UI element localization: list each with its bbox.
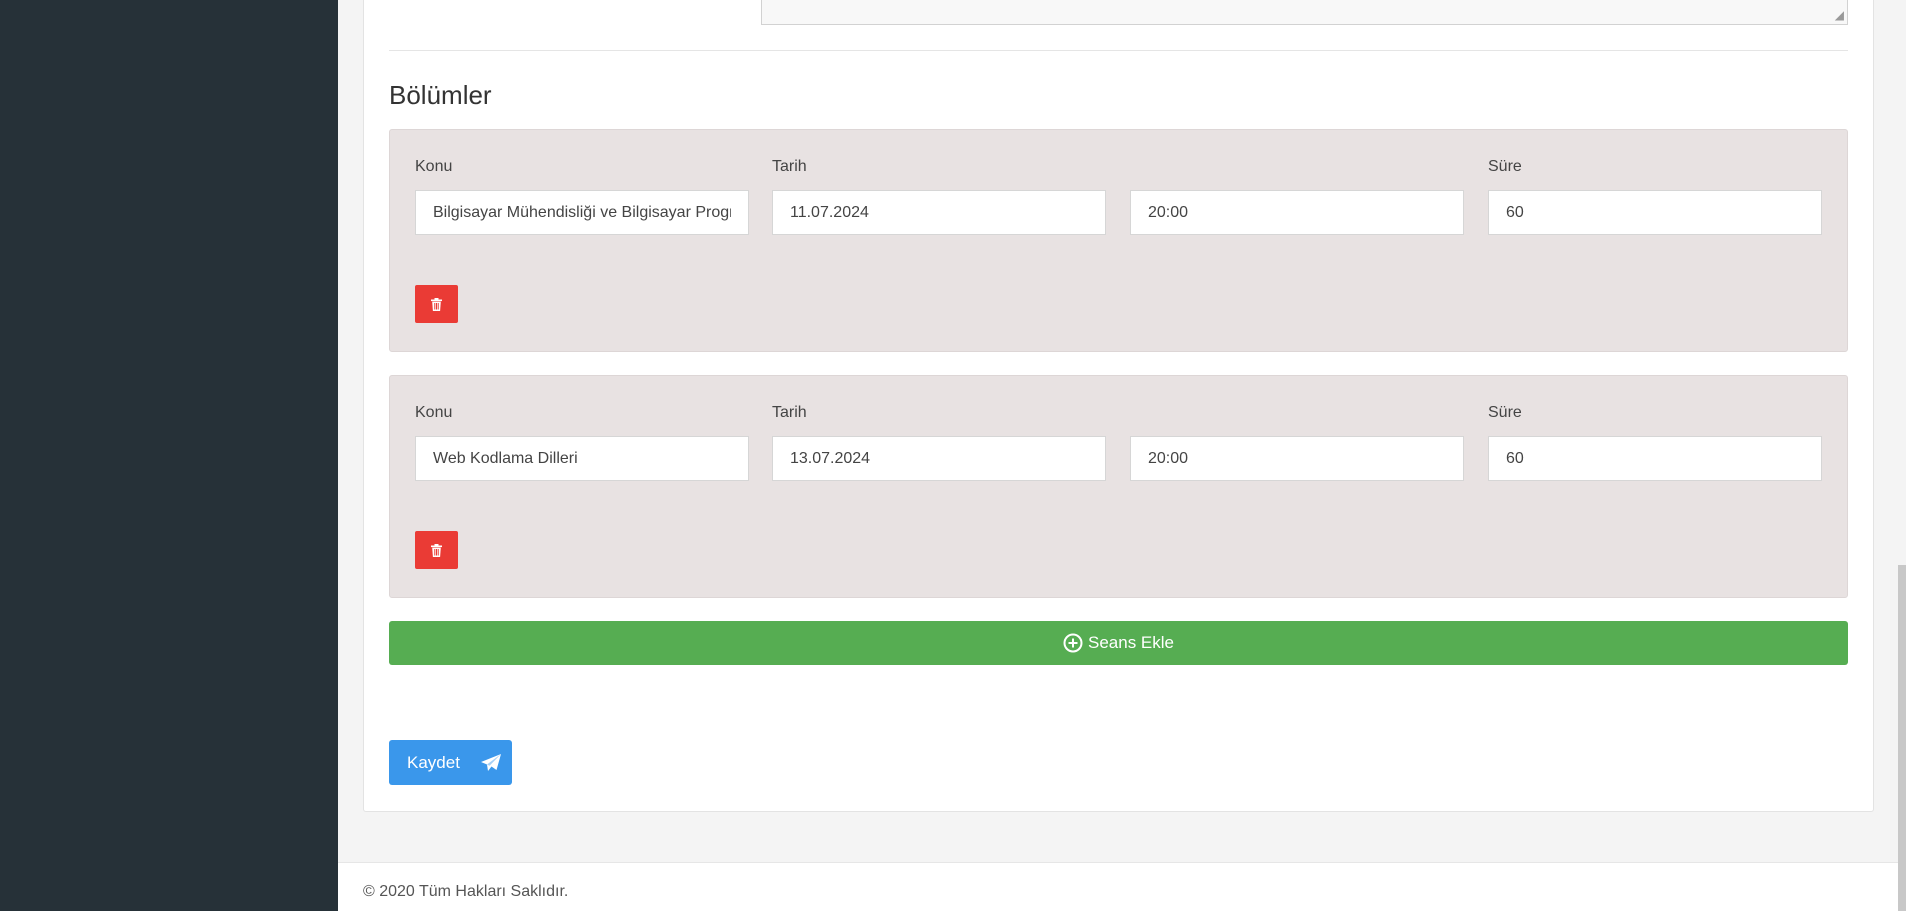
konu-input[interactable] [415,436,749,481]
add-session-button[interactable]: Seans Ekle [389,621,1848,665]
save-label: Kaydet [407,752,460,772]
konu-label: Konu [415,158,453,175]
sure-label: Süre [1488,158,1522,175]
tarih-input[interactable] [772,436,1106,481]
plus-circle-icon [1063,633,1083,653]
tarih-label: Tarih [772,158,807,175]
main-content: ◢ Bölümler Konu Tarih Süre Bilgisayar Mü… [338,0,1906,911]
section-title: Bölümler [389,80,492,110]
copyright-text: © 2020 Tüm Hakları Saklıdır. [363,883,569,900]
saat-input[interactable] [1130,436,1464,481]
trash-icon [431,543,442,557]
tarih-input[interactable] [772,190,1106,235]
description-textarea[interactable]: ◢ [761,0,1848,25]
sure-input[interactable] [1488,190,1822,235]
trash-icon [431,297,442,311]
konu-input[interactable] [415,190,749,235]
add-session-label: Seans Ekle [1088,633,1174,652]
sidebar [0,0,338,911]
sure-input[interactable] [1488,436,1822,481]
paper-plane-icon [480,753,501,771]
session-card: Konu Tarih Süre [389,375,1848,598]
resize-grip-icon[interactable]: ◢ [1832,9,1844,21]
sure-label: Süre [1488,404,1522,421]
scrollbar[interactable] [1898,565,1906,911]
footer: © 2020 Tüm Hakları Saklıdır. [338,862,1906,911]
saat-input[interactable] [1130,190,1464,235]
konu-label: Konu [415,404,453,421]
divider [389,50,1848,51]
delete-session-button[interactable] [415,531,458,569]
tarih-label: Tarih [772,404,807,421]
form-card: ◢ Bölümler Konu Tarih Süre Bilgisayar Mü… [363,0,1874,812]
session-card: Konu Tarih Süre [389,129,1848,352]
delete-session-button[interactable] [415,285,458,323]
save-button[interactable]: Kaydet [389,740,512,785]
